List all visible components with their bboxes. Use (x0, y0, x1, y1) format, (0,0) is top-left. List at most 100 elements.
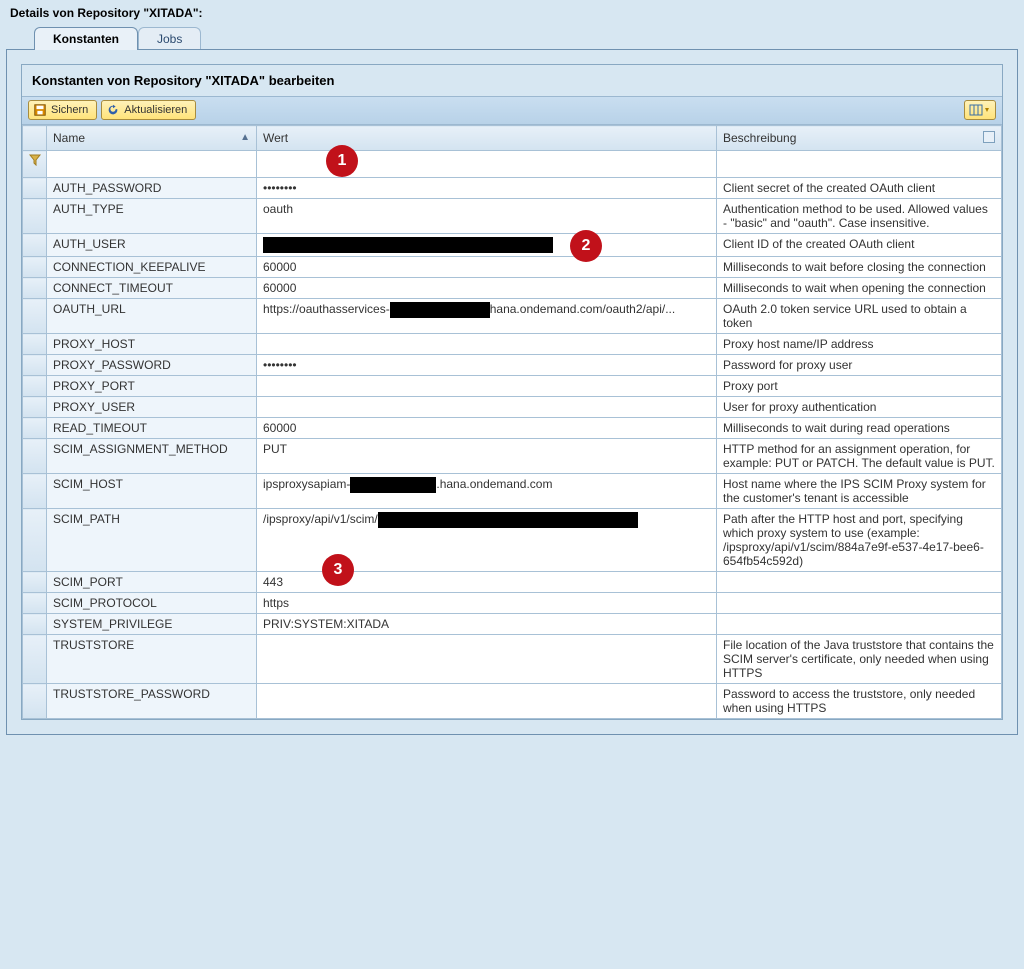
wert-cell[interactable] (257, 635, 717, 684)
name-cell[interactable]: AUTH_PASSWORD (47, 178, 257, 199)
toolbar: Sichern Aktualisieren (22, 96, 1002, 125)
name-cell[interactable]: PROXY_HOST (47, 334, 257, 355)
wert-text: 60000 (263, 281, 296, 295)
wert-cell[interactable]: oauth (257, 199, 717, 234)
filter-beschr-input[interactable] (723, 154, 995, 174)
save-label: Sichern (51, 104, 88, 116)
wert-text-pre: /ipsproxy/api/v1/scim/ (263, 512, 378, 526)
filter-icon-cell[interactable] (23, 151, 47, 178)
wert-cell[interactable] (257, 334, 717, 355)
wert-cell[interactable] (257, 684, 717, 719)
tab-strip: Konstanten Jobs (6, 26, 1018, 49)
wert-cell[interactable] (257, 397, 717, 418)
name-cell[interactable]: SCIM_PORT (47, 572, 257, 593)
expand-icon[interactable] (983, 131, 995, 143)
row-selector[interactable] (23, 278, 47, 299)
table-row: SCIM_PORT443 (23, 572, 1002, 593)
beschreibung-cell: User for proxy authentication (717, 397, 1002, 418)
row-selector[interactable] (23, 178, 47, 199)
row-selector[interactable] (23, 299, 47, 334)
row-selector[interactable] (23, 614, 47, 635)
table-row: AUTH_USERClient ID of the created OAuth … (23, 234, 1002, 257)
name-cell[interactable]: PROXY_USER (47, 397, 257, 418)
name-cell[interactable]: SYSTEM_PRIVILEGE (47, 614, 257, 635)
redacted-value (390, 302, 490, 318)
row-selector[interactable] (23, 234, 47, 257)
col-name-header[interactable]: Name ▲ (47, 126, 257, 151)
wert-text: •••••••• (263, 358, 297, 372)
name-cell[interactable]: SCIM_HOST (47, 474, 257, 509)
name-cell[interactable]: PROXY_PASSWORD (47, 355, 257, 376)
wert-cell[interactable]: ipsproxysapiam-.hana.ondemand.com (257, 474, 717, 509)
col-beschreibung-header[interactable]: Beschreibung (717, 126, 1002, 151)
tab-jobs[interactable]: Jobs (138, 27, 201, 50)
wert-cell[interactable] (257, 234, 717, 257)
tab-konstanten[interactable]: Konstanten (34, 27, 138, 50)
row-selector[interactable] (23, 199, 47, 234)
name-cell[interactable]: OAUTH_URL (47, 299, 257, 334)
beschreibung-cell: Client secret of the created OAuth clien… (717, 178, 1002, 199)
wert-cell[interactable]: 60000 (257, 278, 717, 299)
wert-text: oauth (263, 202, 293, 216)
row-selector[interactable] (23, 684, 47, 719)
row-selector[interactable] (23, 593, 47, 614)
col-wert-header[interactable]: Wert (257, 126, 717, 151)
constants-table: Name ▲ Wert Beschreibung (22, 125, 1002, 719)
wert-cell[interactable]: 60000 (257, 418, 717, 439)
row-selector[interactable] (23, 418, 47, 439)
wert-cell[interactable] (257, 376, 717, 397)
wert-cell[interactable]: https (257, 593, 717, 614)
table-row: SCIM_PROTOCOLhttps (23, 593, 1002, 614)
panel-title: Konstanten von Repository "XITADA" bearb… (22, 65, 1002, 96)
save-button[interactable]: Sichern (28, 100, 97, 120)
row-selector[interactable] (23, 635, 47, 684)
wert-cell[interactable]: PRIV:SYSTEM:XITADA (257, 614, 717, 635)
name-cell[interactable]: SCIM_ASSIGNMENT_METHOD (47, 439, 257, 474)
name-cell[interactable]: AUTH_USER (47, 234, 257, 257)
table-row: PROXY_PASSWORD••••••••Password for proxy… (23, 355, 1002, 376)
beschreibung-cell: Proxy host name/IP address (717, 334, 1002, 355)
wert-text-pre: ipsproxysapiam- (263, 477, 350, 491)
wert-cell[interactable]: PUT (257, 439, 717, 474)
wert-cell[interactable]: •••••••• (257, 178, 717, 199)
row-selector[interactable] (23, 397, 47, 418)
page-title: Details von Repository "XITADA": (6, 4, 1018, 26)
wert-text-post: hana.ondemand.com/oauth2/api/... (490, 302, 675, 316)
beschreibung-cell: Host name where the IPS SCIM Proxy syste… (717, 474, 1002, 509)
name-cell[interactable]: CONNECT_TIMEOUT (47, 278, 257, 299)
name-cell[interactable]: TRUSTSTORE (47, 635, 257, 684)
filter-name-input[interactable] (53, 154, 250, 174)
row-selector[interactable] (23, 376, 47, 397)
settings-dropdown-button[interactable] (964, 100, 996, 120)
beschreibung-cell (717, 572, 1002, 593)
wert-cell[interactable]: •••••••• (257, 355, 717, 376)
name-cell[interactable]: SCIM_PATH (47, 509, 257, 572)
beschreibung-cell (717, 593, 1002, 614)
save-icon (33, 103, 47, 117)
refresh-button[interactable]: Aktualisieren (101, 100, 196, 120)
name-cell[interactable]: SCIM_PROTOCOL (47, 593, 257, 614)
row-selector[interactable] (23, 474, 47, 509)
name-cell[interactable]: TRUSTSTORE_PASSWORD (47, 684, 257, 719)
table-row: PROXY_PORTProxy port (23, 376, 1002, 397)
wert-cell[interactable]: https://oauthasservices-hana.ondemand.co… (257, 299, 717, 334)
row-selector[interactable] (23, 572, 47, 593)
name-cell[interactable]: PROXY_PORT (47, 376, 257, 397)
table-row: AUTH_TYPEoauthAuthentication method to b… (23, 199, 1002, 234)
row-selector[interactable] (23, 509, 47, 572)
name-cell[interactable]: AUTH_TYPE (47, 199, 257, 234)
name-cell[interactable]: READ_TIMEOUT (47, 418, 257, 439)
name-cell[interactable]: CONNECTION_KEEPALIVE (47, 257, 257, 278)
row-selector[interactable] (23, 257, 47, 278)
table-row: READ_TIMEOUT60000Milliseconds to wait du… (23, 418, 1002, 439)
wert-text-pre: https://oauthasservices- (263, 302, 390, 316)
table-row: SCIM_ASSIGNMENT_METHODPUTHTTP method for… (23, 439, 1002, 474)
row-selector[interactable] (23, 334, 47, 355)
wert-cell[interactable]: 60000 (257, 257, 717, 278)
col-wert-label: Wert (263, 131, 288, 145)
redacted-value (263, 237, 553, 253)
header-selector[interactable] (23, 126, 47, 151)
row-selector[interactable] (23, 355, 47, 376)
table-row: PROXY_USER User for proxy authentication (23, 397, 1002, 418)
row-selector[interactable] (23, 439, 47, 474)
